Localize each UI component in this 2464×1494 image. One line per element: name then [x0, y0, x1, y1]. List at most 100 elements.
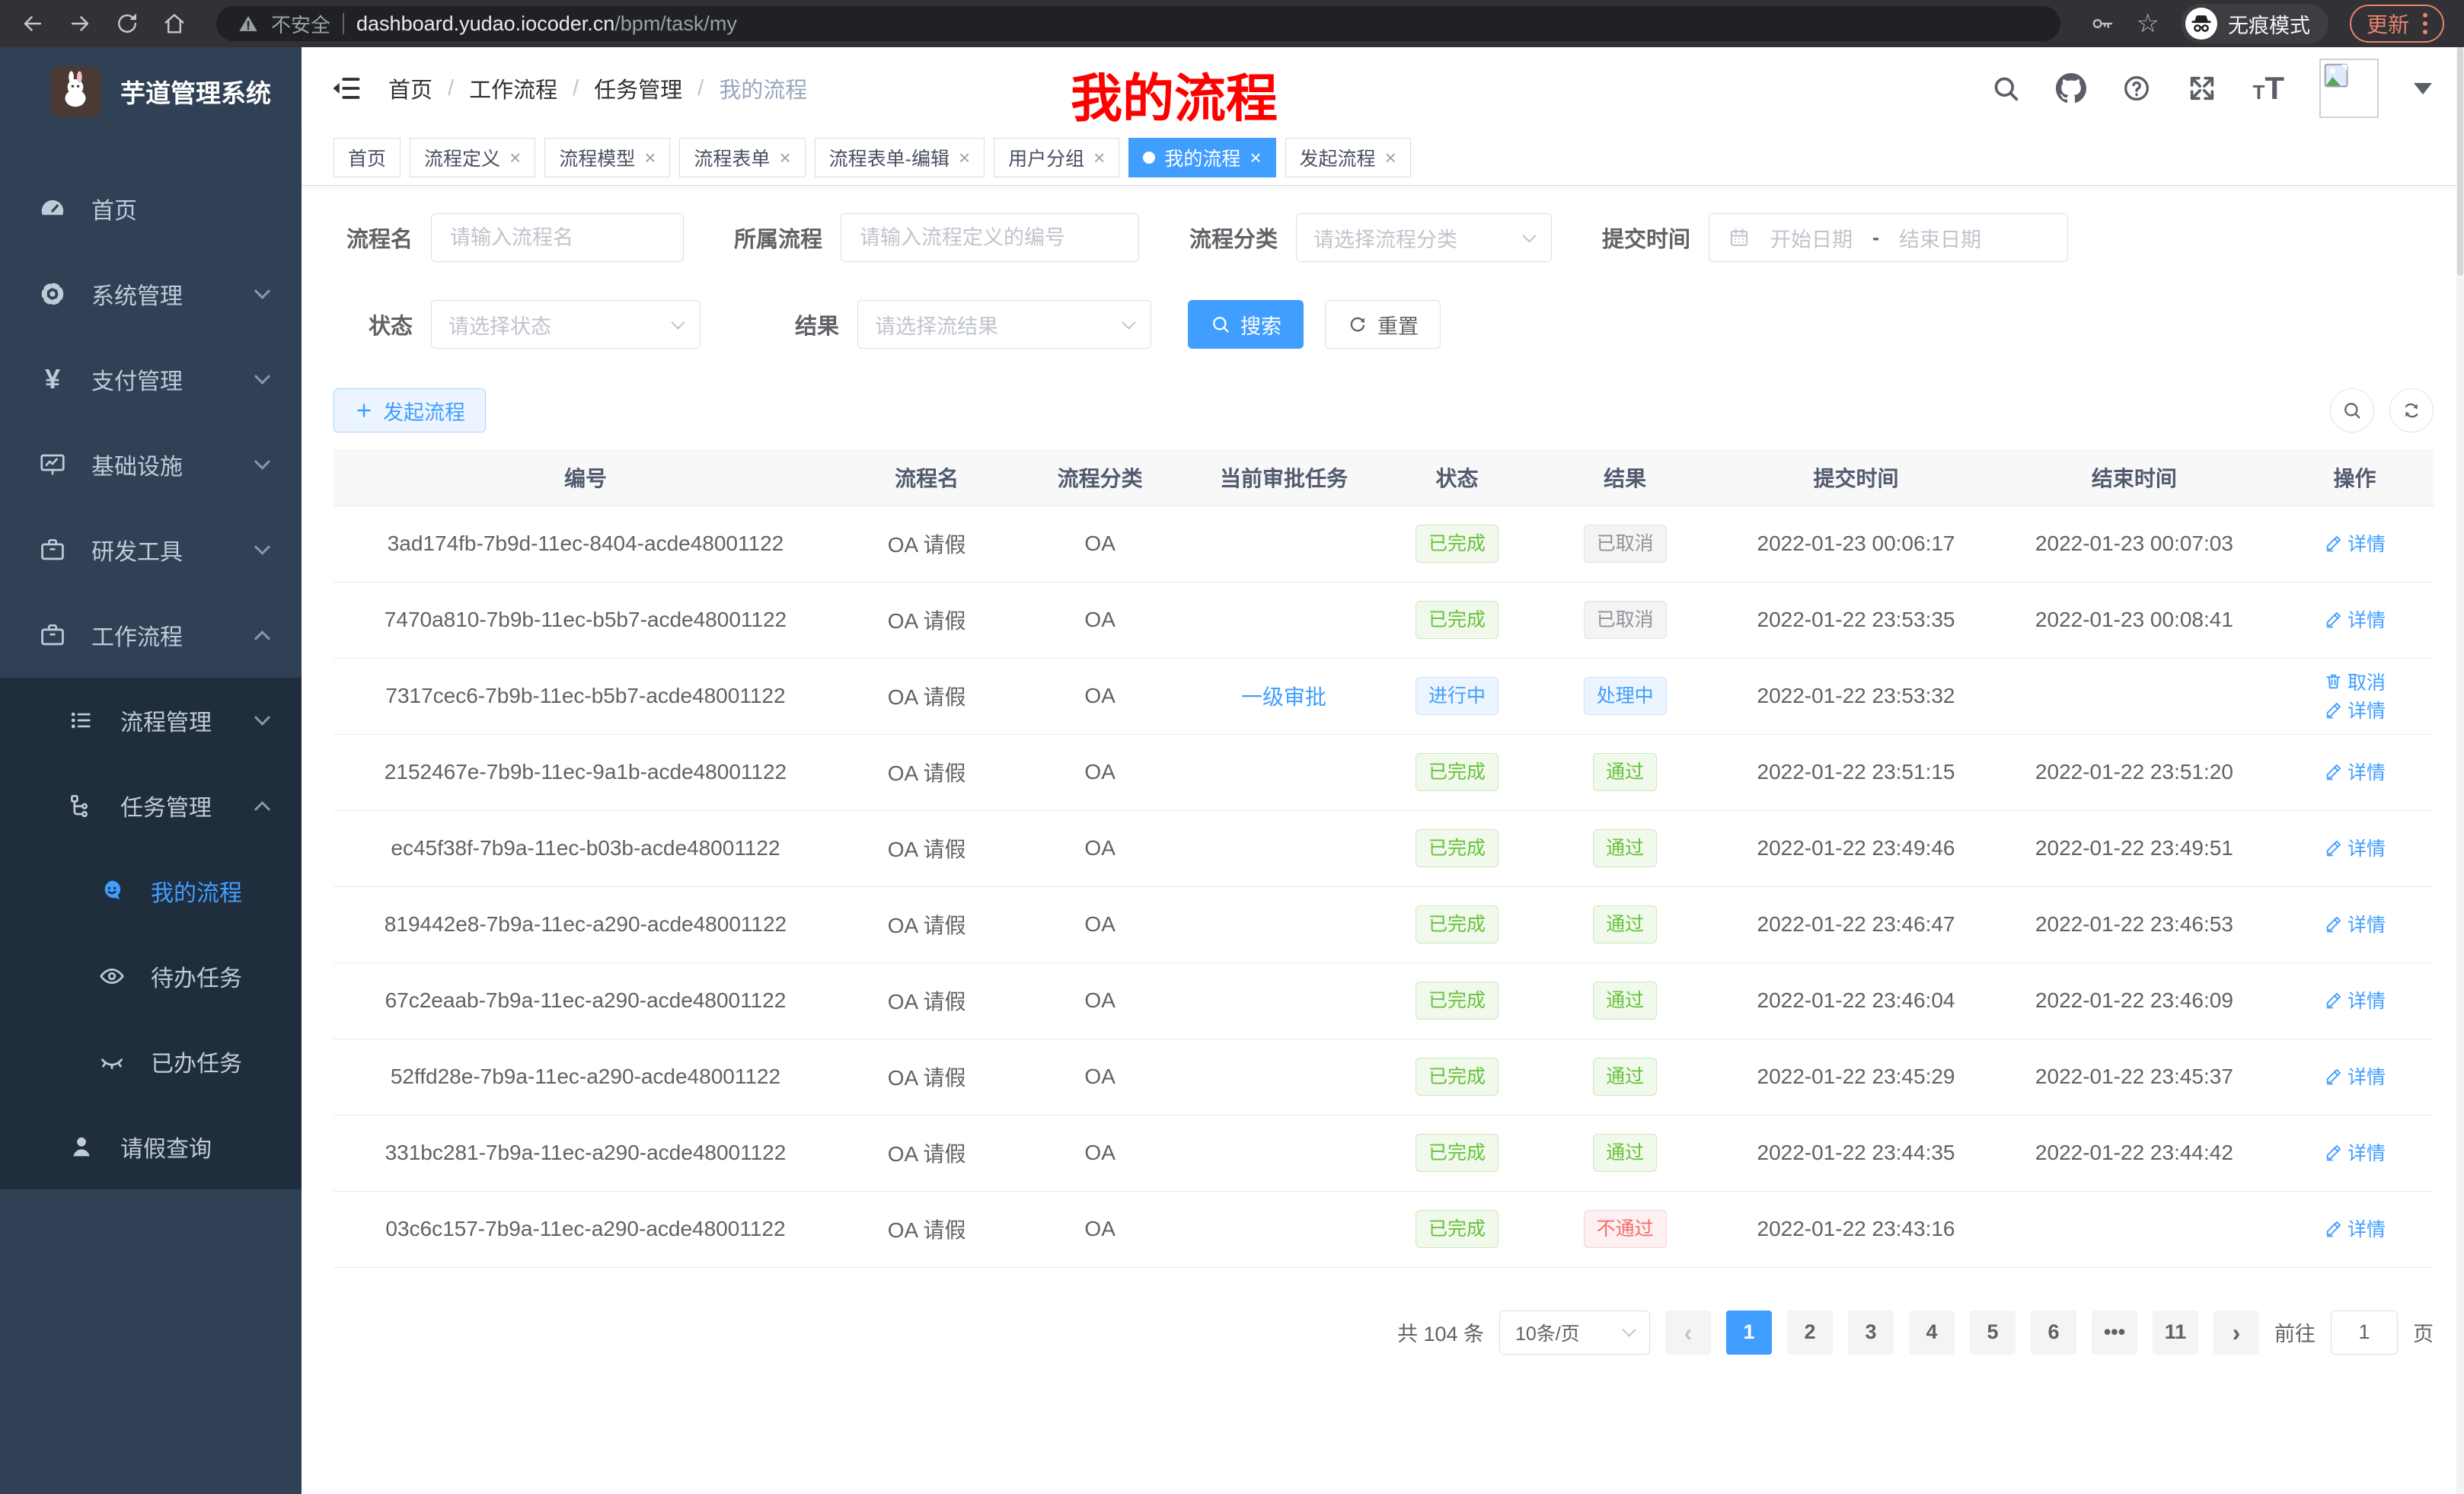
prev-page-button[interactable]: ‹ [1665, 1310, 1711, 1355]
sidebar-item-done-tasks[interactable]: 已办任务 [0, 1019, 302, 1104]
detail-action-link[interactable]: 详情 [2324, 758, 2386, 785]
detail-action-link[interactable]: 详情 [2324, 1138, 2386, 1166]
cell-current-task [1184, 962, 1384, 1039]
current-task-link[interactable]: 一级审批 [1241, 685, 1326, 709]
tab-label: 流程定义 [424, 144, 500, 171]
sidebar-item-task-mgmt[interactable]: 任务管理 [0, 763, 302, 848]
tab-close-icon[interactable]: × [779, 148, 790, 168]
avatar-caret-icon[interactable] [2414, 83, 2432, 94]
forward-icon[interactable] [67, 11, 93, 37]
sidebar-item-payment[interactable]: ¥ 支付管理 [0, 337, 302, 422]
tab-close-icon[interactable]: × [1093, 148, 1105, 168]
parent-process-input[interactable] [841, 213, 1139, 262]
page-button-2[interactable]: 2 [1787, 1310, 1833, 1355]
table-tools [2330, 388, 2434, 433]
help-icon[interactable] [2121, 73, 2152, 104]
table-refresh-button[interactable] [2389, 388, 2434, 433]
result-badge: 通过 [1593, 1058, 1657, 1097]
browser-menu-icon[interactable] [2423, 13, 2427, 34]
detail-action-link[interactable]: 详情 [2324, 1215, 2386, 1242]
user-icon [67, 1132, 96, 1161]
tab-close-icon[interactable]: × [1385, 148, 1396, 168]
password-key-icon[interactable] [2089, 11, 2115, 37]
cell-status: 已完成 [1384, 810, 1530, 886]
sidebar-item-my-process[interactable]: 我的流程 [0, 848, 302, 934]
result-select[interactable]: 请选择流结果 [857, 300, 1151, 349]
cancel-action-link[interactable]: 取消 [2324, 668, 2386, 695]
security-label[interactable]: 不安全 [271, 10, 330, 38]
tab-2[interactable]: 流程模型× [544, 138, 670, 177]
cell-process-name: OA 请假 [838, 1191, 1016, 1267]
home-icon[interactable] [161, 11, 187, 37]
tab-6[interactable]: 我的流程× [1128, 138, 1275, 177]
next-page-button[interactable]: › [2213, 1310, 2259, 1355]
cell-actions: 详情 [2276, 962, 2434, 1039]
search-button[interactable]: 搜索 [1188, 300, 1304, 349]
bookmark-star-icon[interactable]: ☆ [2137, 11, 2159, 37]
scrollbar-thumb[interactable] [2457, 47, 2463, 276]
col-status: 状态 [1384, 449, 1530, 506]
tab-4[interactable]: 流程表单-编辑× [815, 138, 985, 177]
detail-action-link[interactable]: 详情 [2324, 696, 2386, 723]
cell-end-time: 2022-01-22 23:49:51 [1993, 810, 2276, 886]
page-number: ••• [2104, 1320, 2125, 1343]
sidebar-item-leave-query[interactable]: 请假查询 [0, 1104, 302, 1189]
detail-action-link[interactable]: 详情 [2324, 834, 2386, 861]
app-logo-row[interactable]: 芋道管理系统 [0, 47, 302, 136]
tab-close-icon[interactable]: × [644, 148, 656, 168]
reset-button[interactable]: 重置 [1325, 300, 1441, 349]
sidebar-item-process-mgmt[interactable]: 流程管理 [0, 678, 302, 763]
breadcrumb-workflow[interactable]: 工作流程 [469, 72, 557, 104]
detail-action-link[interactable]: 详情 [2324, 910, 2386, 937]
font-size-icon[interactable]: TT [2252, 70, 2284, 107]
scrollbar[interactable] [2456, 47, 2464, 1494]
detail-action-link[interactable]: 详情 [2324, 605, 2386, 633]
page-button-11[interactable]: 11 [2153, 1310, 2198, 1355]
page-button-3[interactable]: 3 [1848, 1310, 1894, 1355]
tab-close-icon[interactable]: × [509, 148, 521, 168]
status-select[interactable]: 请选择状态 [431, 300, 701, 349]
browser-update-button[interactable]: 更新 [2350, 5, 2444, 43]
sidebar-item-todo-tasks[interactable]: 待办任务 [0, 934, 302, 1019]
tab-3[interactable]: 流程表单× [679, 138, 805, 177]
sidebar-item-home[interactable]: 首页 [0, 166, 302, 251]
detail-action-link[interactable]: 详情 [2324, 986, 2386, 1014]
avatar[interactable] [2319, 59, 2379, 118]
submit-time-range-picker[interactable]: 开始日期 - 结束日期 [1709, 213, 2068, 262]
breadcrumb-home[interactable]: 首页 [388, 72, 432, 104]
search-icon[interactable] [1990, 73, 2021, 104]
page-more-button[interactable]: ••• [2092, 1310, 2137, 1355]
goto-page-input[interactable] [2331, 1310, 2398, 1355]
address-bar[interactable]: 不安全 dashboard.yudao.iocoder.cn/bpm/task/… [216, 6, 2060, 41]
tab-5[interactable]: 用户分组× [994, 138, 1119, 177]
fullscreen-icon[interactable] [2187, 73, 2217, 104]
tab-close-icon[interactable]: × [959, 148, 970, 168]
sidebar-item-system[interactable]: 系统管理 [0, 251, 302, 337]
page-button-6[interactable]: 6 [2031, 1310, 2076, 1355]
breadcrumb-task-mgmt[interactable]: 任务管理 [594, 72, 682, 104]
tab-close-icon[interactable]: × [1250, 148, 1261, 168]
page-button-4[interactable]: 4 [1909, 1310, 1955, 1355]
tab-0[interactable]: 首页 [334, 138, 401, 177]
sidebar-item-devtools[interactable]: 研发工具 [0, 507, 302, 592]
sidebar-collapse-icon[interactable] [329, 72, 362, 105]
tab-1[interactable]: 流程定义 × [410, 138, 535, 177]
url-text[interactable]: dashboard.yudao.iocoder.cn/bpm/task/my [356, 12, 737, 36]
reload-icon[interactable] [114, 11, 140, 37]
create-process-button[interactable]: 发起流程 [334, 388, 486, 433]
table-search-button[interactable] [2330, 388, 2374, 433]
category-select[interactable]: 请选择流程分类 [1296, 213, 1552, 262]
back-icon[interactable] [20, 11, 46, 37]
eye-open-icon [97, 962, 126, 991]
detail-action-link[interactable]: 详情 [2324, 1062, 2386, 1090]
page-button-5[interactable]: 5 [1970, 1310, 2016, 1355]
tab-7[interactable]: 发起流程× [1285, 138, 1411, 177]
github-icon[interactable] [2056, 73, 2086, 104]
page-button-1[interactable]: 1 [1726, 1310, 1772, 1355]
incognito-icon [2185, 8, 2217, 40]
detail-action-link[interactable]: 详情 [2324, 529, 2386, 557]
page-size-select[interactable]: 10条/页 [1499, 1310, 1650, 1355]
sidebar-item-workflow[interactable]: 工作流程 [0, 592, 302, 678]
sidebar-item-infra[interactable]: 基础设施 [0, 422, 302, 507]
process-name-input[interactable] [431, 213, 684, 262]
